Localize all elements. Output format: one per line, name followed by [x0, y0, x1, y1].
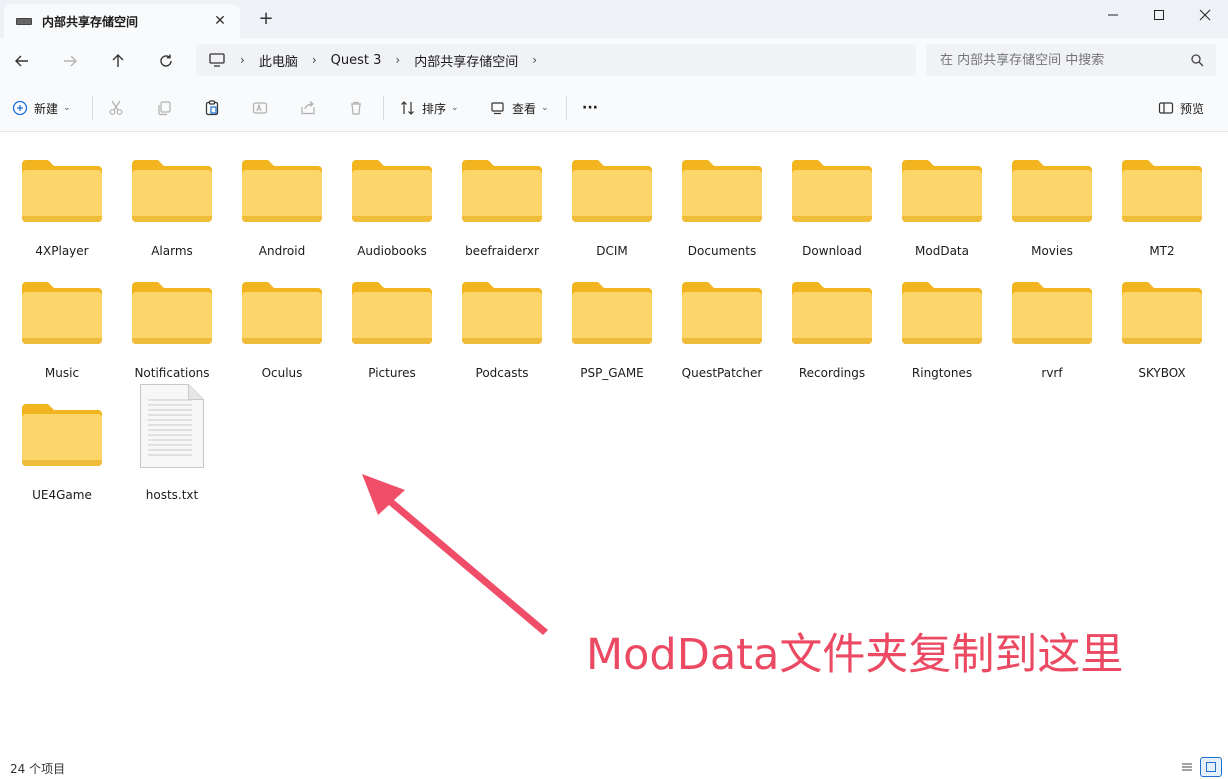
preview-button[interactable]: 预览 — [1158, 95, 1204, 121]
chevron-right-icon[interactable]: › — [532, 53, 537, 67]
chevron-right-icon: › — [240, 53, 245, 67]
sort-label: 排序 — [422, 101, 447, 116]
forward-button[interactable] — [56, 47, 84, 75]
sort-icon — [401, 101, 414, 115]
grid-view-icon — [1206, 762, 1216, 772]
minimize-icon — [1108, 14, 1118, 16]
title-bar: 内部共享存储空间 ✕ + — [0, 0, 1228, 38]
chevron-down-icon: ⌄ — [63, 103, 71, 113]
chevron-right-icon: › — [395, 53, 401, 67]
tab-close-icon[interactable]: ✕ — [210, 11, 230, 31]
more-options-button[interactable]: ··· — [582, 95, 598, 121]
scissors-icon — [109, 100, 123, 115]
minimize-button[interactable] — [1090, 0, 1136, 30]
status-bar: 24 个项目 — [0, 754, 1228, 779]
close-window-button[interactable] — [1182, 0, 1228, 30]
up-button[interactable] — [104, 47, 132, 75]
list-view-icon — [1182, 763, 1192, 771]
clipboard-icon — [205, 100, 219, 116]
tab-title: 内部共享存储空间 — [42, 14, 139, 29]
search-box[interactable] — [926, 44, 1216, 76]
plus-circle-icon — [12, 100, 28, 116]
tab-internal-storage[interactable]: 内部共享存储空间 ✕ — [4, 4, 240, 38]
rename-button[interactable] — [252, 95, 268, 121]
refresh-icon — [160, 54, 172, 67]
share-button[interactable] — [300, 95, 316, 121]
chevron-down-icon: ⌄ — [451, 103, 459, 113]
view-button[interactable]: 查看 ⌄ — [490, 95, 549, 121]
divider — [383, 96, 384, 120]
arrow-up-icon — [112, 54, 124, 67]
maximize-button[interactable] — [1136, 0, 1182, 30]
trash-icon — [351, 101, 361, 115]
item-count: 24 个项目 — [10, 762, 66, 776]
view-label: 查看 — [512, 101, 537, 116]
divider — [92, 96, 93, 120]
paste-button[interactable] — [204, 95, 220, 121]
new-tab-button[interactable]: + — [256, 9, 276, 29]
computer-icon — [209, 53, 225, 67]
search-input[interactable] — [940, 52, 1180, 68]
back-button[interactable] — [8, 47, 36, 75]
close-icon — [1199, 9, 1211, 21]
divider — [566, 96, 567, 120]
arrow-right-icon — [64, 55, 77, 67]
breadcrumb-this-pc[interactable]: 此电脑 — [259, 51, 298, 70]
chevron-right-icon: › — [311, 53, 317, 67]
breadcrumb-internal-storage[interactable]: 内部共享存储空间 — [414, 51, 518, 70]
annotation-text: ModData文件夹复制到这里 — [586, 630, 1124, 680]
new-button[interactable]: 新建 ⌄ — [12, 95, 71, 121]
maximize-icon — [1154, 10, 1164, 20]
monitor-icon — [491, 102, 504, 115]
search-icon — [1191, 54, 1204, 67]
share-icon — [301, 101, 315, 115]
details-view-button[interactable] — [1176, 757, 1198, 777]
preview-label: 预览 — [1180, 101, 1205, 116]
chevron-down-icon: ⌄ — [541, 103, 549, 113]
drive-icon — [16, 17, 32, 25]
delete-button[interactable] — [348, 95, 364, 121]
arrow-left-icon — [15, 55, 28, 67]
file-list: hosts.txt UE4Game SKYBOX rvrf Ringtones Recor… — [0, 132, 1228, 754]
copy-button[interactable] — [156, 95, 172, 121]
address-bar[interactable]: › 此电脑 › Quest 3 › 内部共享存储空间 › — [196, 44, 916, 76]
rename-icon — [252, 102, 268, 114]
breadcrumb-quest3[interactable]: Quest 3 — [331, 53, 382, 68]
large-icons-view-button[interactable] — [1200, 757, 1222, 777]
copy-icon — [158, 101, 171, 116]
command-bar: 新建 ⌄ 排序 ⌄ 查看 ⌄ ··· 预览 — [0, 84, 1228, 132]
new-label: 新建 — [34, 101, 59, 116]
preview-pane-icon — [1158, 102, 1174, 114]
navigation-bar: › 此电脑 › Quest 3 › 内部共享存储空间 › — [0, 38, 1228, 84]
cut-button[interactable] — [108, 95, 124, 121]
refresh-button[interactable] — [152, 47, 180, 75]
sort-button[interactable]: 排序 ⌄ — [400, 95, 459, 121]
